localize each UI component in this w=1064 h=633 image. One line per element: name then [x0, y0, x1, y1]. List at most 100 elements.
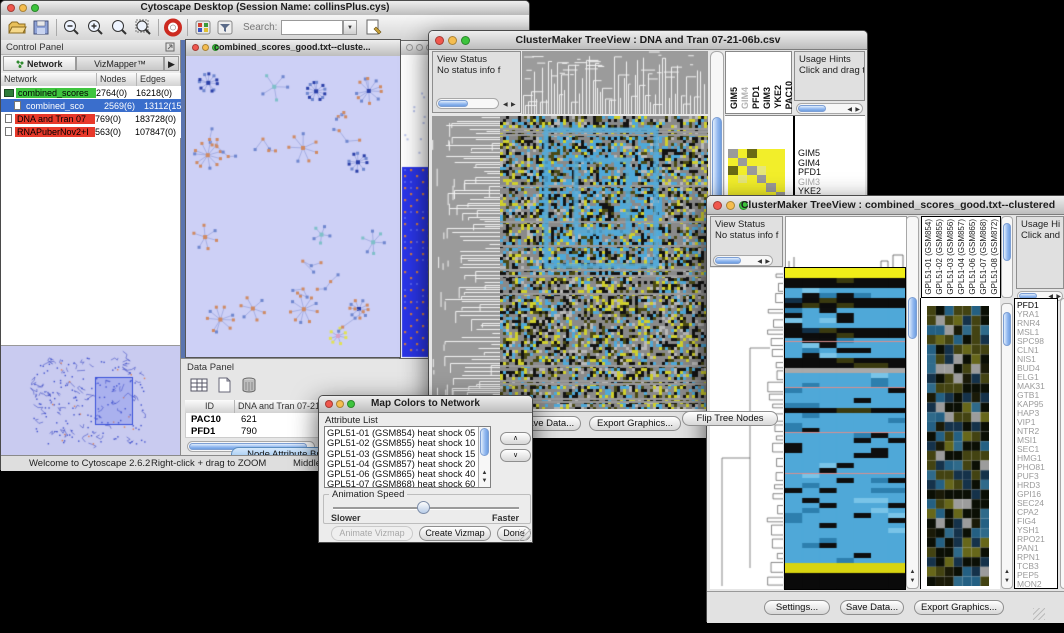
column-label[interactable]: GPL51-07 (GSM868): [979, 219, 988, 295]
close-icon[interactable]: [713, 201, 722, 210]
save-icon[interactable]: [31, 18, 51, 37]
network-window-1[interactable]: combined_scores_good.txt--cluste...: [185, 39, 401, 358]
heatmap-cell[interactable]: [728, 175, 738, 184]
column-label[interactable]: GPL51-02 (GSM855): [935, 219, 944, 295]
column-label[interactable]: GPL51-01 (GSM854): [924, 219, 933, 295]
open-icon[interactable]: [7, 18, 27, 37]
scroll-up-icon[interactable]: ▲: [1002, 569, 1012, 576]
heatmap-canvas[interactable]: [500, 116, 708, 409]
scrollbar-thumb[interactable]: [715, 257, 741, 264]
heatmap-cell[interactable]: [766, 183, 776, 192]
scrollbar-thumb[interactable]: [438, 100, 468, 107]
scroll-left-icon[interactable]: ◀: [503, 100, 508, 111]
column-dendrogram[interactable]: [785, 216, 907, 269]
column-header-network[interactable]: Network: [1, 73, 97, 86]
scroll-right-icon[interactable]: ▶: [511, 100, 516, 111]
annotation-icon[interactable]: [215, 18, 235, 37]
network-table-row[interactable]: combined_sco2569(6)13112(15): [1, 99, 181, 112]
heatmap-cell[interactable]: [776, 175, 786, 184]
attribute-item[interactable]: GPL51-01 (GSM854) heat shock 05 min: [325, 428, 477, 438]
heatmap-cell[interactable]: [757, 158, 767, 167]
resize-grip[interactable]: [519, 529, 531, 541]
column-label[interactable]: YKE2: [773, 85, 783, 109]
zoom-selected-icon[interactable]: [110, 18, 130, 37]
zoom-in-icon[interactable]: [86, 18, 106, 37]
column-label[interactable]: GPL51-08 (GSM872): [990, 219, 999, 295]
zoom-view-scrollbar[interactable]: ▲ ▼: [1001, 303, 1013, 589]
column-header-edges[interactable]: Edges: [137, 73, 181, 86]
column-header-nodes[interactable]: Nodes: [97, 73, 137, 86]
zoom-heatmap[interactable]: [728, 149, 785, 200]
network-table-row[interactable]: DNA and Tran 07769(0)183728(0): [1, 112, 181, 125]
heatmap-cell[interactable]: [776, 149, 786, 158]
export-graphics-button[interactable]: Export Graphics...: [914, 600, 1004, 615]
tab-scroll-right-icon[interactable]: ▶: [164, 56, 179, 71]
scrollbar-thumb[interactable]: [908, 297, 917, 339]
heatmap-cell[interactable]: [747, 183, 757, 192]
create-vizmap-button[interactable]: Create Vizmap: [419, 526, 491, 541]
attribute-item[interactable]: GPL51-03 (GSM856) heat shock 15 min: [325, 449, 477, 459]
table-icon[interactable]: [189, 376, 209, 394]
column-dendrogram[interactable]: [522, 51, 708, 114]
treeview1-titlebar[interactable]: ClusterMaker TreeView : DNA and Tran 07-…: [429, 31, 867, 50]
column-label[interactable]: GIM3: [762, 87, 772, 109]
settings-button[interactable]: Settings...: [764, 600, 830, 615]
view-status-scrollbar[interactable]: [436, 98, 499, 109]
heatmap-cell[interactable]: [738, 175, 748, 184]
help-ring-icon[interactable]: [163, 18, 183, 37]
scroll-up-icon[interactable]: ▲: [479, 470, 490, 477]
row-dendrogram[interactable]: [710, 268, 783, 589]
new-file-icon[interactable]: [214, 376, 234, 394]
gene-label[interactable]: MON2: [1015, 580, 1057, 589]
heatmap-cell[interactable]: [738, 183, 748, 192]
close-icon[interactable]: [192, 44, 199, 51]
move-down-button[interactable]: ∨: [500, 449, 531, 462]
dialog-titlebar[interactable]: Map Colors to Network: [319, 396, 532, 413]
labels-scrollbar[interactable]: [1001, 216, 1013, 298]
scroll-left-icon[interactable]: ◀: [847, 106, 852, 113]
tab-vizmapper[interactable]: VizMapper™: [76, 56, 164, 71]
scroll-down-icon[interactable]: ▼: [907, 578, 918, 585]
scrollbar-thumb[interactable]: [712, 117, 722, 207]
heatmap-cell[interactable]: [766, 175, 776, 184]
column-label[interactable]: GPL51-03 (GSM856): [946, 219, 955, 295]
heatmap-cell[interactable]: [757, 166, 767, 175]
network-window-1-titlebar[interactable]: combined_scores_good.txt--cluste...: [186, 40, 400, 57]
heatmap-cell[interactable]: [747, 158, 757, 167]
flip-tree-nodes-button[interactable]: Flip Tree Nodes: [682, 411, 778, 426]
heatmap-cell[interactable]: [738, 166, 748, 175]
heatmap-cell[interactable]: [766, 149, 776, 158]
scrollbar-thumb[interactable]: [798, 105, 826, 112]
heatmap-cell[interactable]: [728, 158, 738, 167]
attribute-item[interactable]: GPL51-04 (GSM857) heat shock 20 min: [325, 459, 477, 469]
minimize-icon[interactable]: [202, 44, 209, 51]
network-table-row[interactable]: RNAPuberNov2+I563(0)107847(0): [1, 125, 181, 138]
heatmap-cell[interactable]: [738, 149, 748, 158]
attribute-item[interactable]: GPL51-02 (GSM855) heat shock 10 min: [325, 438, 477, 448]
float-panel-icon[interactable]: [165, 42, 175, 52]
ontology-icon[interactable]: [363, 18, 383, 37]
minimize-icon[interactable]: [416, 44, 423, 51]
column-label[interactable]: GPL51-06 (GSM865): [968, 219, 977, 295]
close-icon[interactable]: [406, 44, 413, 51]
scrollbar-thumb[interactable]: [1003, 312, 1011, 346]
heatmap-cell[interactable]: [776, 158, 786, 167]
heatmap-cell[interactable]: [776, 166, 786, 175]
scroll-right-icon[interactable]: ▶: [855, 106, 860, 113]
network-canvas[interactable]: [186, 56, 400, 357]
usage-hints-scrollbar[interactable]: ◀ ▶: [796, 103, 863, 114]
view-status-scrollbar[interactable]: ◀ ▶: [713, 255, 773, 266]
heatmap-cell[interactable]: [757, 183, 767, 192]
scroll-up-icon[interactable]: ▲: [907, 569, 918, 576]
tab-network[interactable]: Network: [3, 56, 76, 71]
attribute-item[interactable]: GPL51-07 (GSM868) heat shock 60 min: [325, 479, 477, 488]
scroll-down-icon[interactable]: ▼: [479, 478, 490, 485]
column-label[interactable]: GIM5: [729, 87, 739, 109]
heatmap-cell[interactable]: [757, 149, 767, 158]
heatmap-cell[interactable]: [747, 175, 757, 184]
heatmap-cell[interactable]: [728, 183, 738, 192]
search-input[interactable]: [281, 20, 343, 35]
scroll-left-icon[interactable]: ◀: [757, 258, 762, 265]
treeview2-vertical-scrollbar[interactable]: ▲ ▼: [906, 216, 919, 589]
scroll-down-icon[interactable]: ▼: [1002, 578, 1012, 585]
